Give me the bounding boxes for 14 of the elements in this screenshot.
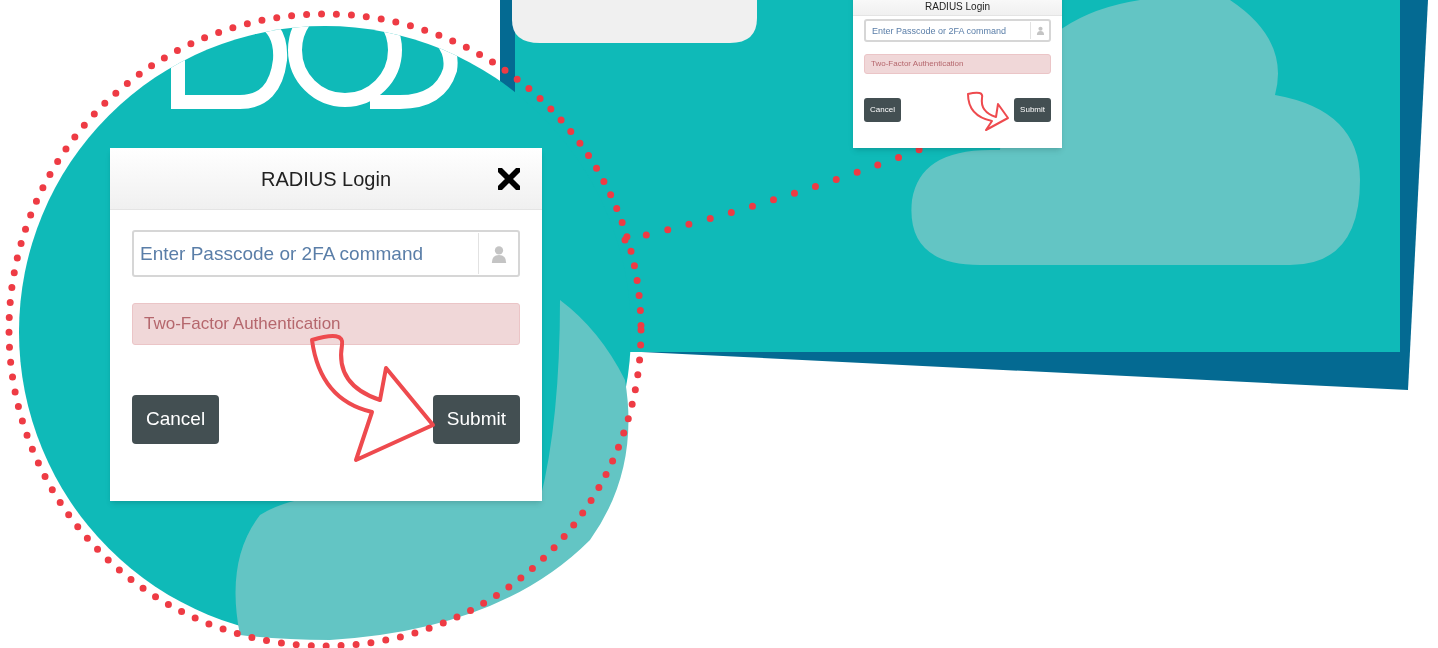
close-icon[interactable]	[498, 167, 520, 190]
dialog-title: RADIUS Login	[260, 166, 392, 192]
alert-message: Two-Factor Authentication	[864, 54, 1051, 74]
cancel-button[interactable]: Cancel	[864, 98, 901, 122]
cancel-button[interactable]: Cancel	[132, 395, 220, 444]
passcode-field[interactable]: Enter Passcode or 2FA command	[132, 230, 520, 277]
user-icon	[489, 244, 508, 263]
passcode-field[interactable]: Enter Passcode or 2FA command	[864, 19, 1051, 42]
dialog-title: RADIUS Login	[925, 0, 990, 14]
submit-button[interactable]: Submit	[1014, 98, 1051, 122]
submit-button[interactable]: Submit	[432, 395, 520, 444]
curved-arrow	[967, 91, 1009, 131]
user-icon	[1035, 26, 1045, 35]
alert-message: Two-Factor Authentication	[132, 303, 520, 345]
